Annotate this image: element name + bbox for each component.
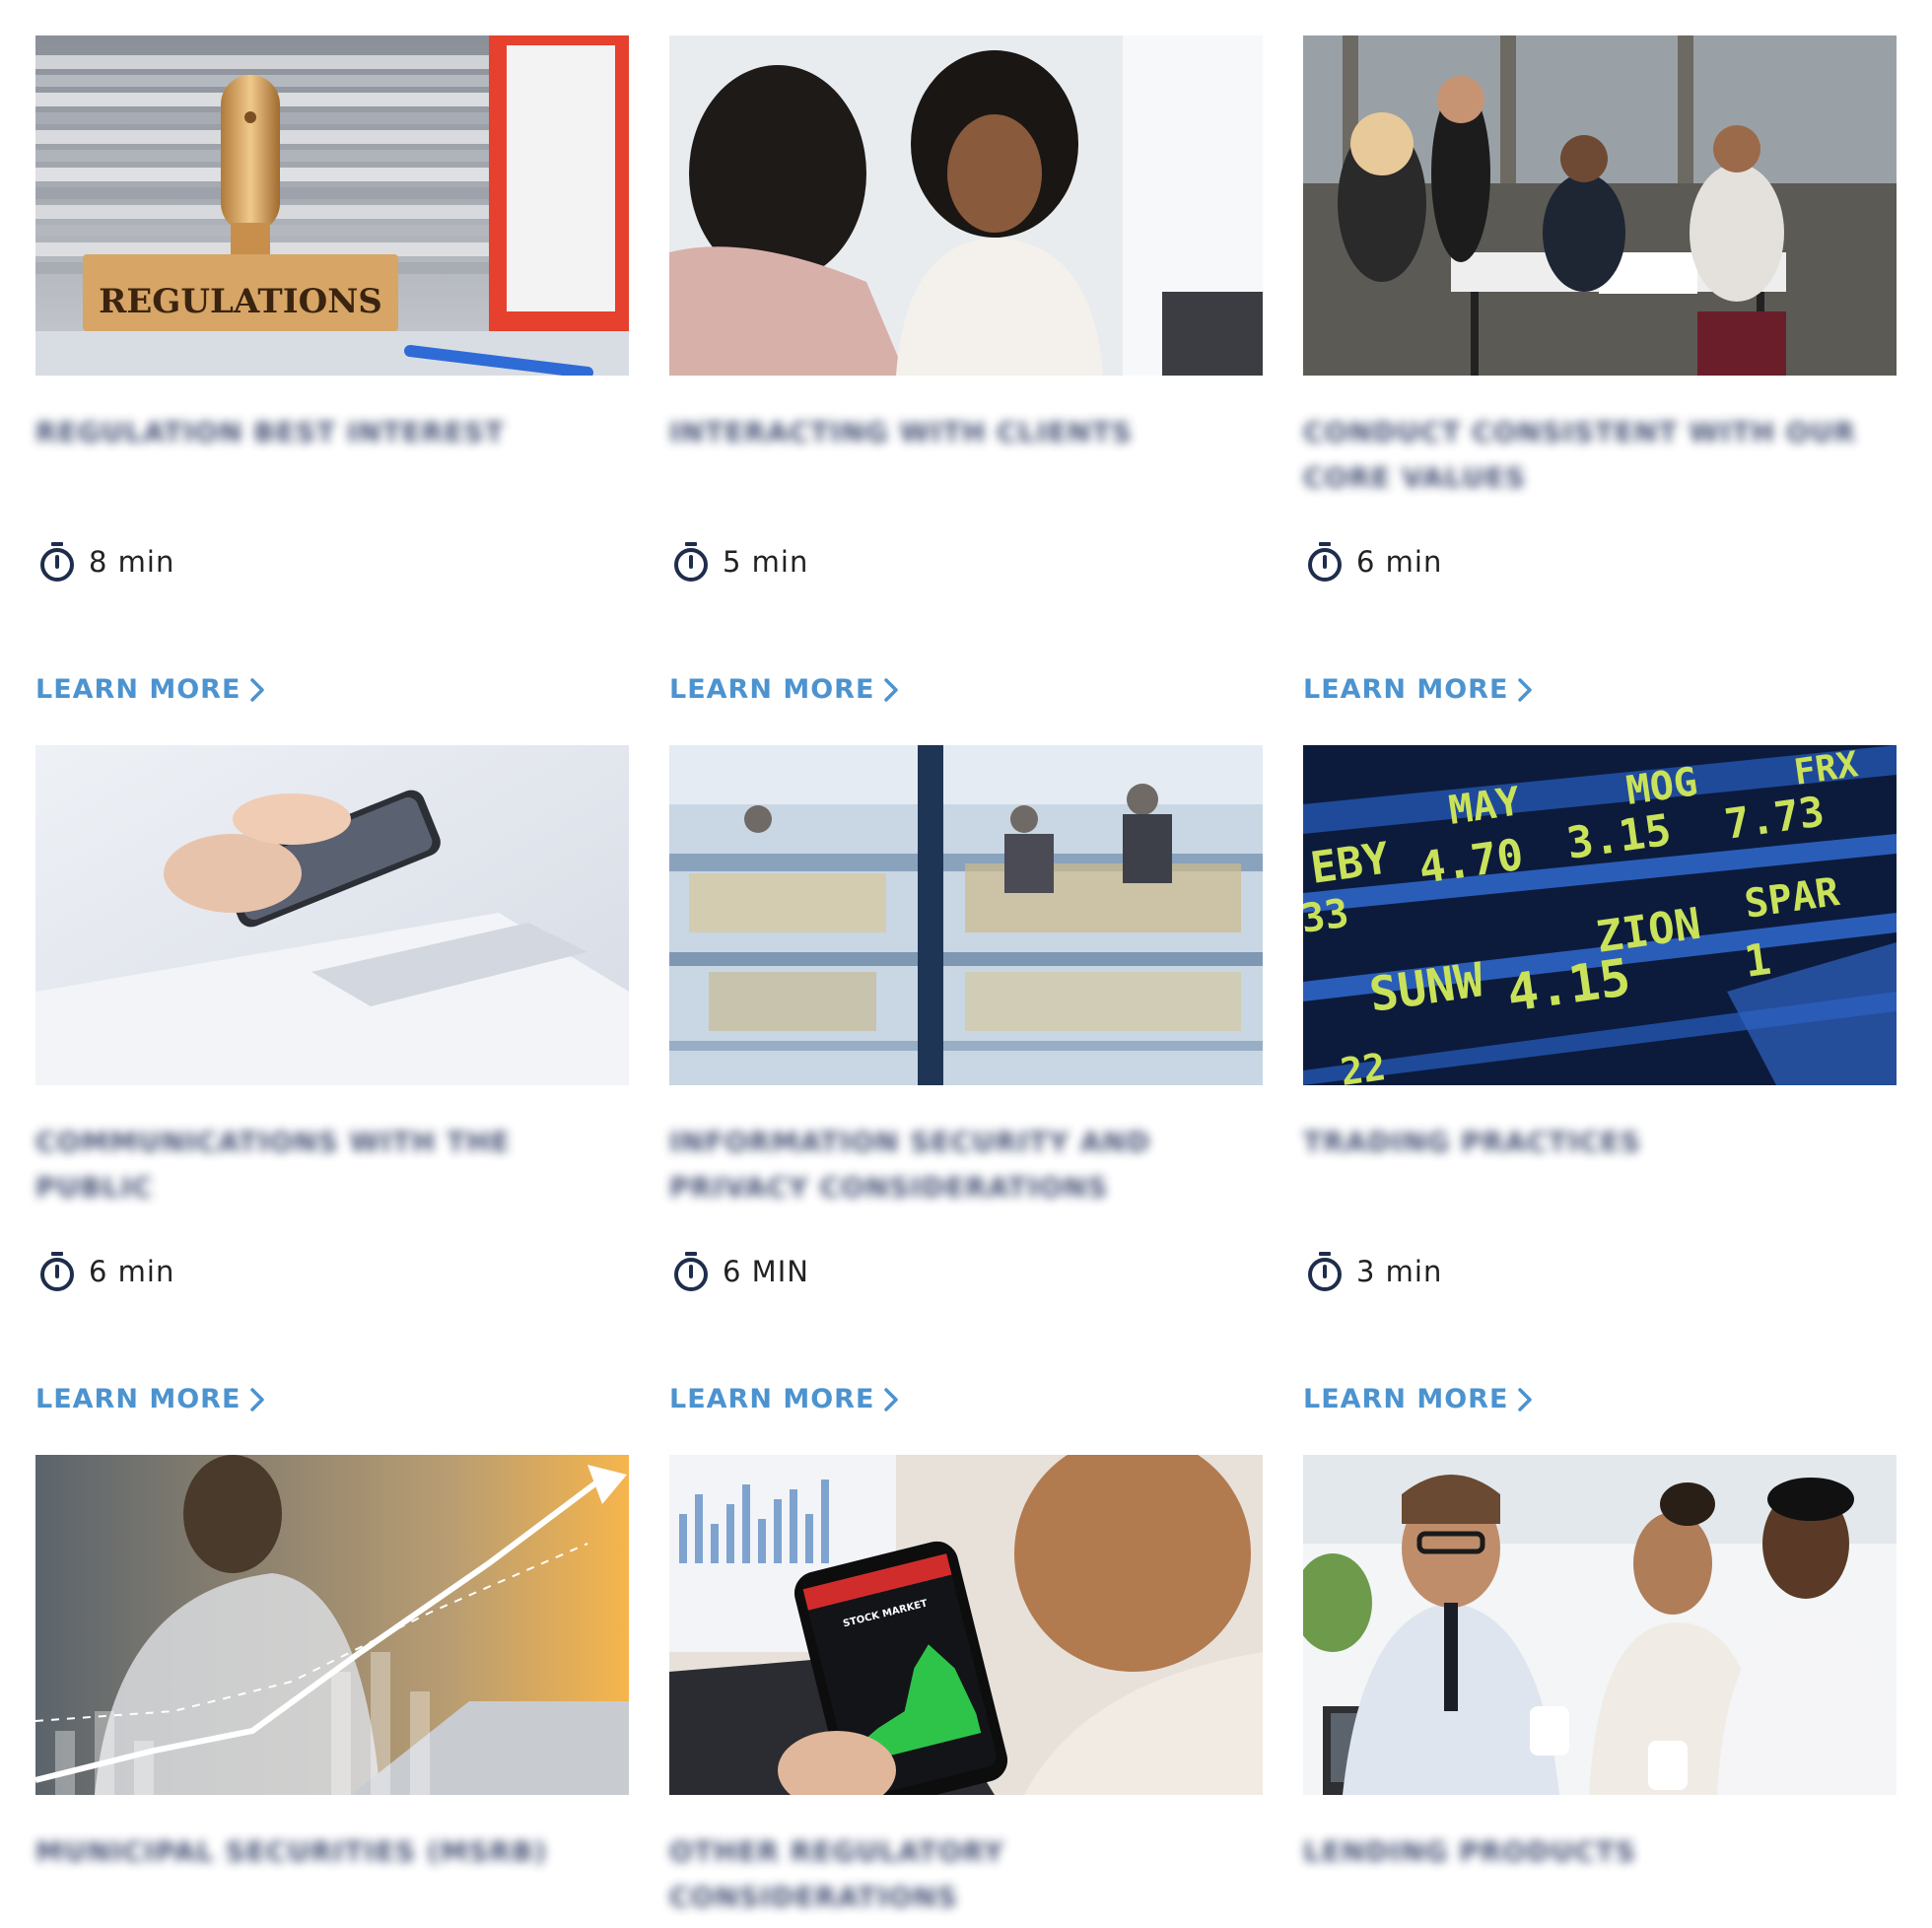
chevron-right-icon	[884, 677, 899, 702]
course-thumbnail[interactable]	[35, 1455, 629, 1795]
course-card: Information Security and Privacy Conside…	[669, 745, 1263, 1455]
course-title[interactable]: Information Security and Privacy Conside…	[669, 1120, 1263, 1210]
course-title[interactable]: Communications with the Public	[35, 1120, 629, 1210]
duration-text: 6 min	[89, 1255, 175, 1288]
duration-text: 6 min	[1356, 545, 1443, 579]
learn-more-label: LEARN MORE	[1303, 1384, 1509, 1414]
learn-more-label: LEARN MORE	[35, 674, 242, 705]
learn-more-link[interactable]: LEARN MORE	[35, 1384, 266, 1414]
phone-stock-market-app-image: STOCK MARKET	[669, 1455, 1263, 1795]
learn-more-label: LEARN MORE	[669, 674, 875, 705]
course-duration: 8 min	[35, 540, 174, 584]
course-card: Interacting with Clients 5 min LEARN MOR…	[669, 35, 1263, 745]
stamp-text: REGULATIONS	[99, 282, 382, 321]
learn-more-link[interactable]: LEARN MORE	[35, 674, 266, 705]
chevron-right-icon	[1518, 677, 1533, 702]
course-thumbnail[interactable]	[669, 745, 1263, 1085]
stock-ticker-board-image: EBY 4.70 MAY 3.15 MOG 7.73 FRX SUNW 4.15…	[1303, 745, 1897, 1085]
chevron-right-icon	[884, 1387, 899, 1412]
stopwatch-icon	[40, 542, 74, 582]
stopwatch-icon	[674, 1252, 708, 1291]
learn-more-link[interactable]: LEARN MORE	[1303, 674, 1534, 705]
regulations-stamp-image: REGULATIONS	[35, 35, 629, 376]
course-title[interactable]: Regulation Best Interest	[35, 410, 629, 455]
chevron-right-icon	[1518, 1387, 1533, 1412]
course-title[interactable]: Other Regulatory Considerations	[669, 1829, 1263, 1920]
course-thumbnail[interactable]: STOCK MARKET	[669, 1455, 1263, 1795]
chevron-right-icon	[250, 1387, 265, 1412]
course-duration: 6 min	[1303, 540, 1442, 584]
course-duration: 5 min	[669, 540, 808, 584]
learn-more-link[interactable]: LEARN MORE	[669, 674, 900, 705]
course-duration: 3 min	[1303, 1250, 1442, 1293]
course-card: Conduct Consistent with our Core Values …	[1303, 35, 1897, 745]
course-thumbnail[interactable]: EBY 4.70 MAY 3.15 MOG 7.73 FRX SUNW 4.15…	[1303, 745, 1897, 1085]
learn-more-label: LEARN MORE	[669, 1384, 875, 1414]
course-card: STOCK MARKET Other Regulatory Considerat…	[669, 1455, 1263, 1913]
course-thumbnail[interactable]	[1303, 1455, 1897, 1795]
course-title[interactable]: Conduct Consistent with our Core Values	[1303, 410, 1897, 501]
learn-more-link[interactable]: LEARN MORE	[669, 1384, 900, 1414]
banker-couple-laptop-image	[1303, 1455, 1897, 1795]
duration-text: 3 min	[1356, 1255, 1443, 1288]
advisor-meeting-client-image	[669, 35, 1263, 376]
learn-more-link[interactable]: LEARN MORE	[1303, 1384, 1534, 1414]
course-card: REGULATIONS Regulation Best Interest 8 m…	[35, 35, 629, 745]
stopwatch-icon	[674, 542, 708, 582]
course-card: EBY 4.70 MAY 3.15 MOG 7.73 FRX SUNW 4.15…	[1303, 745, 1897, 1455]
course-title[interactable]: Municipal Securities (MSRB)	[35, 1829, 629, 1875]
course-thumbnail[interactable]	[35, 745, 629, 1085]
course-title[interactable]: Lending Products	[1303, 1829, 1897, 1875]
stopwatch-icon	[1308, 542, 1342, 582]
course-thumbnail[interactable]	[669, 35, 1263, 376]
course-card: Municipal Securities (MSRB)	[35, 1455, 629, 1908]
duration-text: 6 MIN	[723, 1255, 809, 1288]
team-office-meeting-image	[1303, 35, 1897, 376]
learn-more-label: LEARN MORE	[35, 1384, 242, 1414]
course-thumbnail[interactable]	[1303, 35, 1897, 376]
stopwatch-icon	[1308, 1252, 1342, 1291]
duration-text: 5 min	[723, 545, 809, 579]
learn-more-label: LEARN MORE	[1303, 674, 1509, 705]
course-title[interactable]: Trading Practices	[1303, 1120, 1897, 1165]
ticker-text: 33	[1303, 891, 1351, 942]
ticker-text: 22	[1338, 1045, 1388, 1085]
course-thumbnail[interactable]: REGULATIONS	[35, 35, 629, 376]
duration-text: 8 min	[89, 545, 175, 579]
chevron-right-icon	[250, 677, 265, 702]
course-card: Lending Products	[1303, 1455, 1897, 1908]
course-duration: 6 min	[35, 1250, 174, 1293]
course-card: Communications with the Public 6 min LEA…	[35, 745, 629, 1455]
smartphone-laptop-image	[35, 745, 629, 1085]
course-grid: REGULATIONS Regulation Best Interest 8 m…	[35, 35, 1897, 1913]
blurred-office-building-image	[669, 745, 1263, 1085]
stopwatch-icon	[40, 1252, 74, 1291]
laptop-growth-chart-image	[35, 1455, 629, 1795]
course-title[interactable]: Interacting with Clients	[669, 410, 1263, 455]
course-duration: 6 MIN	[669, 1250, 809, 1293]
